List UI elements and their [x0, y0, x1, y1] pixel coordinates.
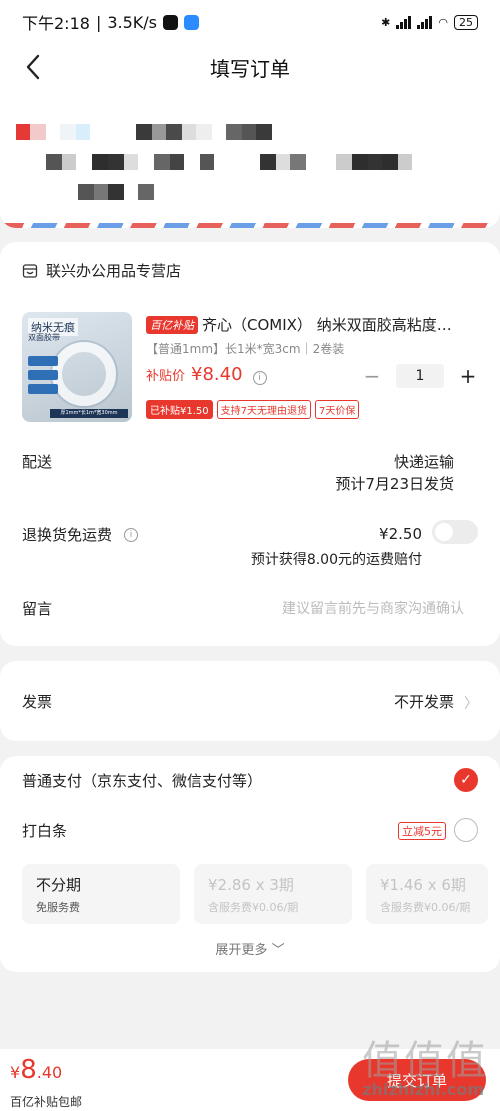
status-bar: 下午2:18 | 3.5K/s ✱ ◠ 25	[0, 0, 500, 44]
price-protect-tag: 7天价保	[315, 400, 360, 419]
watermark-url: zhizhizhi.com	[362, 1080, 484, 1099]
toggle-knob	[435, 523, 453, 541]
return-shipping-label: 退换货免运费	[22, 526, 113, 544]
product-title[interactable]: 百亿补贴 齐心（COMIX） 纳米双面胶高粘度…	[146, 314, 476, 335]
feature-chip	[28, 384, 58, 394]
return-shipping-toggle[interactable]	[432, 520, 478, 544]
back-arrow-icon	[26, 54, 40, 80]
invoice-value: 不开发票	[393, 693, 454, 711]
address-line2-redacted	[78, 184, 154, 200]
shipping-note: 百亿补贴包邮	[10, 1095, 83, 1109]
baiyi-subsidy-badge: 百亿补贴	[146, 315, 198, 334]
quantity-stepper: − 1 +	[362, 364, 478, 388]
price-row: 补贴价 ¥8.40 i	[146, 364, 267, 385]
invoice-label: 发票	[22, 693, 53, 711]
order-card: 联兴办公用品专营店 纳米无痕 双面胶带 厚1mm*长1m*宽30mm 百亿补贴 …	[0, 242, 500, 646]
baitiao-label[interactable]: 打白条	[22, 820, 67, 841]
baitiao-promo-badge: 立减5元	[398, 822, 446, 840]
product-tags: 已补贴¥1.50 支持7天无理由退货 7天价保	[146, 400, 360, 419]
chevron-down-icon: ﹀	[271, 943, 285, 958]
product-title-text: 齐心（COMIX） 纳米双面胶高粘度…	[202, 316, 452, 334]
battery-icon: 25	[454, 14, 478, 30]
return-policy-tag: 支持7天无理由退货	[216, 400, 312, 419]
store-icon	[22, 263, 38, 278]
feature-chip	[28, 356, 58, 366]
status-time: 下午2:18	[22, 14, 90, 33]
return-shipping-price: ¥2.50	[379, 525, 422, 543]
bluetooth-icon: ✱	[381, 15, 391, 29]
total-integer: 8	[20, 1055, 37, 1085]
page-title: 填写订单	[210, 56, 290, 81]
price-label: 补贴价	[146, 369, 186, 384]
address-line-redacted	[46, 154, 412, 170]
feature-chip	[28, 370, 58, 380]
price-value: ¥8.40	[191, 364, 243, 385]
signal-icon-2	[417, 15, 433, 29]
installment-title: ¥2.86 x 3期	[208, 876, 294, 894]
invoice-card[interactable]: 发票 不开发票 〉	[0, 661, 500, 741]
product-image-spec-bar: 厚1mm*长1m*宽30mm	[50, 409, 128, 418]
store-name: 联兴办公用品专营店	[46, 262, 182, 280]
baitiao-checkbox[interactable]	[454, 818, 478, 842]
signal-icon	[396, 15, 412, 29]
return-shipping-note: 预计获得8.00元的运费赔付	[250, 552, 422, 568]
message-app-icon	[184, 14, 199, 30]
expand-more-button[interactable]: 展开更多 ﹀	[0, 939, 500, 958]
tiktok-icon	[163, 14, 178, 30]
delivery-eta: 预计7月23日发货	[335, 475, 454, 493]
product-image[interactable]: 纳米无痕 双面胶带 厚1mm*长1m*宽30mm	[22, 312, 132, 422]
chevron-right-icon: 〉	[464, 696, 478, 712]
installment-title: 不分期	[36, 876, 82, 894]
return-shipping-info-icon[interactable]: i	[124, 527, 139, 542]
address-name-redacted	[16, 124, 272, 140]
store-row[interactable]: 联兴办公用品专营店	[22, 260, 181, 281]
installment-option-3[interactable]: ¥2.86 x 3期 含服务费¥0.06/期	[194, 864, 352, 924]
decrease-button[interactable]: −	[362, 364, 382, 388]
installment-sub: 免服务费	[36, 901, 80, 914]
normal-payment-checkbox[interactable]: ✓	[454, 768, 478, 792]
installment-sub: 含服务费¥0.06/期	[380, 901, 471, 914]
watermark-logo: 值值值	[362, 1038, 488, 1084]
product-spec[interactable]: 【普通1mm】长1米*宽3cm｜2卷装	[146, 340, 344, 357]
normal-payment-label[interactable]: 普通支付（京东支付、微信支付等）	[22, 770, 262, 791]
expand-more-label: 展开更多	[215, 943, 268, 958]
airmail-border	[0, 223, 500, 228]
tape-roll-graphic	[52, 342, 116, 406]
installment-sub: 含服务费¥0.06/期	[208, 901, 299, 914]
nav-bar: 填写订单	[0, 44, 500, 90]
delivery-label: 配送	[22, 453, 53, 471]
quantity-field[interactable]: 1	[396, 364, 444, 388]
delivery-info[interactable]: 快递运输 预计7月23日发货	[335, 451, 454, 495]
price-info-icon[interactable]: i	[252, 371, 267, 385]
installment-option-none[interactable]: 不分期 免服务费	[22, 864, 180, 924]
total-currency: ¥	[10, 1063, 21, 1082]
total-price: ¥ 8 .40	[10, 1055, 62, 1085]
installment-option-6[interactable]: ¥1.46 x 6期 含服务费¥0.06/期	[366, 864, 488, 924]
product-image-subtext: 双面胶带	[28, 333, 60, 342]
subsidy-tag: 已补贴¥1.50	[146, 400, 213, 419]
remark-input[interactable]: 建议留言前先与商家沟通确认	[282, 598, 464, 618]
back-button[interactable]	[18, 52, 48, 82]
installment-title: ¥1.46 x 6期	[380, 876, 466, 894]
network-speed: 3.5K/s	[107, 12, 157, 32]
return-shipping-row: 退换货免运费 i	[22, 524, 139, 545]
remark-label: 留言	[22, 600, 53, 618]
total-decimal: .40	[36, 1063, 63, 1082]
increase-button[interactable]: +	[458, 364, 478, 388]
address-card[interactable]	[0, 90, 500, 228]
delivery-method: 快递运输	[393, 453, 454, 471]
wifi-icon: ◠	[438, 15, 448, 29]
